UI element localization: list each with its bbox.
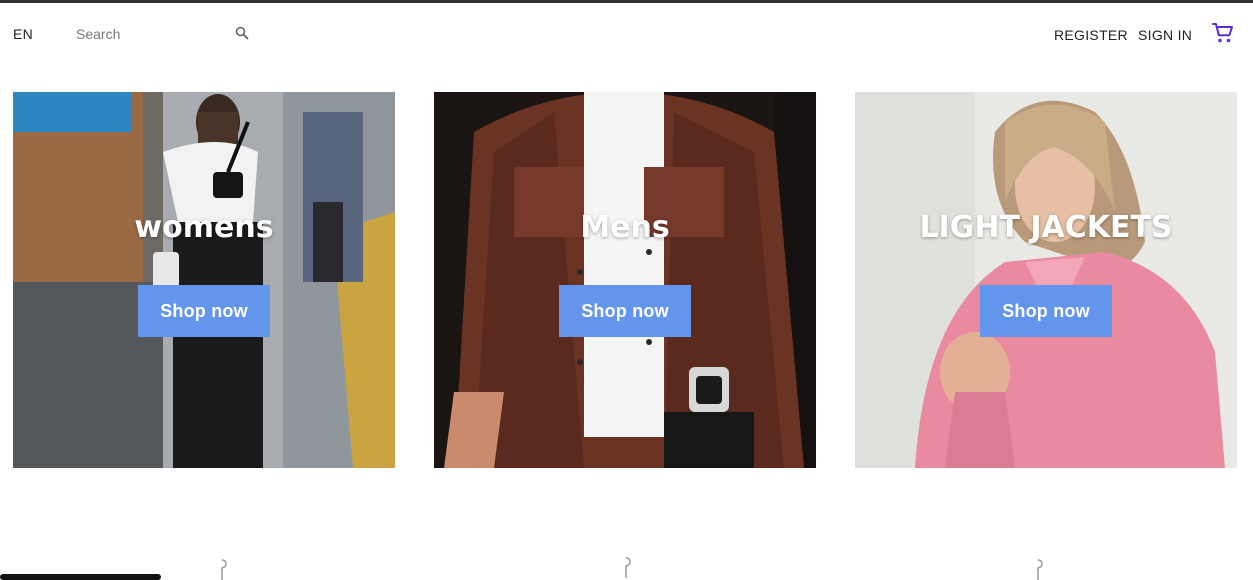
horizontal-scrollbar[interactable]: [0, 574, 161, 580]
search-input[interactable]: [70, 21, 255, 47]
shop-now-button[interactable]: Shop now: [138, 285, 270, 337]
category-cards: womens Shop now Mens Shop now LIGHT JACK…: [0, 92, 1253, 468]
category-title: LIGHT JACKETS: [919, 210, 1173, 245]
light-jackets-photo: [855, 92, 1237, 468]
category-title: womens: [134, 210, 274, 245]
category-card-womens[interactable]: womens Shop now: [13, 92, 395, 468]
category-title: Mens: [580, 210, 670, 245]
search-container: [70, 21, 260, 47]
language-selector[interactable]: EN: [13, 26, 33, 42]
shopping-cart-icon[interactable]: [1211, 21, 1235, 45]
hanger-icon: [625, 557, 631, 578]
navbar: EN REGISTER SIGN IN: [0, 3, 1253, 65]
search-icon[interactable]: [235, 26, 249, 40]
hanger-icon: [1037, 559, 1043, 580]
womens-photo: [13, 92, 395, 468]
hanger-icon: [221, 559, 227, 580]
sign-in-link[interactable]: SIGN IN: [1138, 27, 1192, 43]
register-link[interactable]: REGISTER: [1054, 27, 1128, 43]
category-card-light-jackets[interactable]: LIGHT JACKETS Shop now: [855, 92, 1237, 468]
mens-photo: [434, 92, 816, 468]
category-card-mens[interactable]: Mens Shop now: [434, 92, 816, 468]
shop-now-button[interactable]: Shop now: [559, 285, 691, 337]
product-preview-strip: [0, 548, 1253, 580]
shop-now-button[interactable]: Shop now: [980, 285, 1112, 337]
